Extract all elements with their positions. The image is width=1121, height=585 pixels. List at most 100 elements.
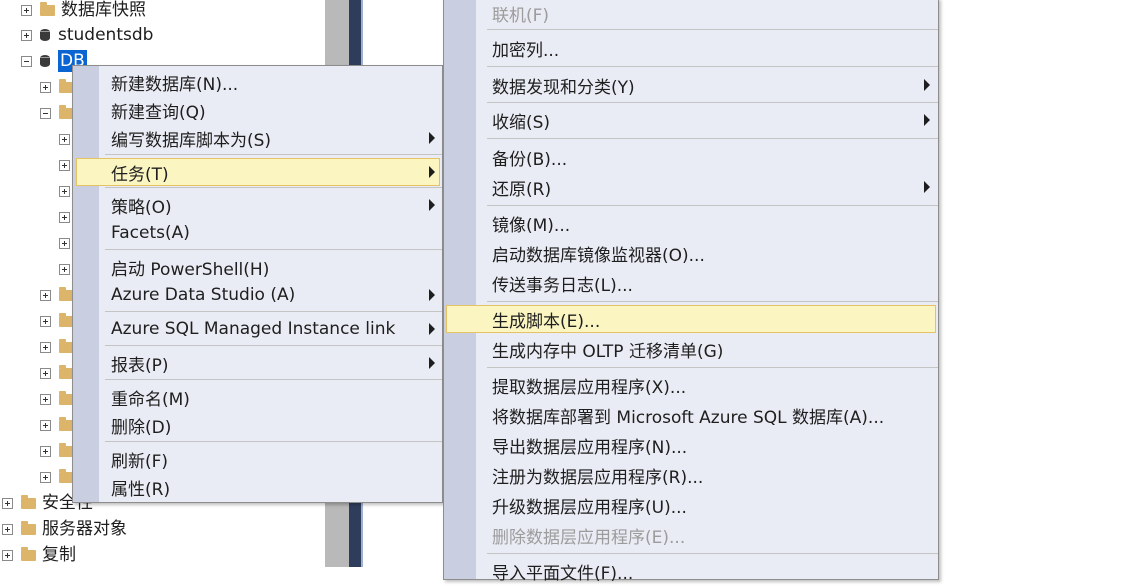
tree-node-server-objects[interactable]: 服务器对象 (2, 517, 127, 541)
expand-icon[interactable] (2, 523, 13, 535)
menu-item-label: 删除数据层应用程序(E)... (492, 527, 686, 548)
menu-item-data-discovery[interactable]: 数据发现和分类(Y) (446, 71, 936, 99)
tasks-submenu: 联机(F) 加密列... 数据发现和分类(Y) 收缩(S) 备份(B)... 还… (443, 0, 939, 584)
menu-item-label: 启动数据库镜像监视器(O)... (492, 245, 705, 266)
tree-node-label: studentsdb (58, 25, 154, 45)
menu-item-label: 备份(B)... (492, 149, 568, 170)
menu-item-label: Azure Data Studio (A) (111, 285, 296, 305)
menu-item-delete-data-tier-app: 删除数据层应用程序(E)... (446, 521, 936, 549)
menu-item-label: 升级数据层应用程序(U)... (492, 497, 687, 518)
menu-item-label: 生成脚本(E)... (492, 311, 601, 332)
expand-icon[interactable] (59, 211, 70, 223)
menu-item-label: 传送事务日志(L)... (492, 275, 633, 296)
expand-icon[interactable] (40, 289, 51, 301)
menu-item-register-data-tier-app[interactable]: 注册为数据层应用程序(R)... (446, 461, 936, 489)
menu-separator (487, 553, 938, 554)
menu-item-label: Azure SQL Managed Instance link (111, 319, 396, 339)
menu-item-label: 删除(D) (111, 417, 172, 438)
menu-item-label: 生成内存中 OLTP 迁移清单(G) (492, 341, 724, 362)
expand-icon[interactable] (59, 237, 70, 249)
menu-item-delete[interactable]: 删除(D) (76, 411, 440, 439)
submenu-arrow-icon (429, 132, 435, 144)
tree-node-replication[interactable]: 复制 (2, 543, 76, 567)
expand-icon[interactable] (40, 471, 51, 483)
menu-item-properties[interactable]: 属性(R) (76, 473, 440, 501)
menu-item-export-data-tier-app[interactable]: 导出数据层应用程序(N)... (446, 431, 936, 459)
menu-item-generate-scripts[interactable]: 生成脚本(E)... (446, 305, 936, 333)
expand-icon[interactable] (40, 341, 51, 353)
menu-item-label: 收缩(S) (492, 112, 551, 133)
menu-item-import-flat-file[interactable]: 导入平面文件(F)... (446, 557, 936, 585)
expand-icon[interactable] (59, 133, 70, 145)
menu-item-refresh[interactable]: 刷新(F) (76, 445, 440, 473)
menu-item-new-query[interactable]: 新建查询(Q) (76, 96, 440, 124)
tree-node-database-snapshots[interactable]: 数据库快照 (21, 0, 146, 22)
menu-item-new-database[interactable]: 新建数据库(N)... (76, 68, 440, 96)
menu-item-azure-sql-mi-link[interactable]: Azure SQL Managed Instance link (76, 315, 440, 343)
menu-item-online: 联机(F) (446, 0, 936, 27)
menu-item-label: 镜像(M)... (492, 215, 571, 236)
folder-icon (40, 1, 55, 16)
expand-icon[interactable] (40, 81, 51, 93)
expand-icon[interactable] (21, 4, 32, 16)
expand-icon[interactable] (59, 159, 70, 171)
menu-item-ship-transaction-logs[interactable]: 传送事务日志(L)... (446, 269, 936, 297)
collapse-icon[interactable] (21, 55, 32, 67)
expand-icon[interactable] (2, 497, 13, 509)
menu-item-policies[interactable]: 策略(O) (76, 191, 440, 219)
submenu-arrow-icon (924, 181, 930, 193)
tree-node-label: 复制 (42, 545, 76, 565)
expand-icon[interactable] (59, 263, 70, 275)
expand-icon[interactable] (2, 549, 13, 561)
expand-icon[interactable] (40, 315, 51, 327)
expand-icon[interactable] (40, 393, 51, 405)
menu-item-mirror[interactable]: 镜像(M)... (446, 209, 936, 237)
menu-item-deploy-to-azure-sql[interactable]: 将数据库部署到 Microsoft Azure SQL 数据库(A)... (446, 401, 936, 429)
menu-separator (105, 379, 442, 380)
folder-icon (21, 494, 36, 509)
menu-separator (487, 205, 938, 206)
menu-item-start-powershell[interactable]: 启动 PowerShell(H) (76, 253, 440, 281)
menu-item-label: 刷新(F) (111, 451, 169, 472)
menu-separator (487, 138, 938, 139)
menu-item-generate-inmemory-checklists[interactable]: 生成内存中 OLTP 迁移清单(G) (446, 335, 936, 363)
collapse-icon[interactable] (40, 107, 51, 119)
submenu-arrow-icon (924, 79, 930, 91)
expand-icon[interactable] (40, 367, 51, 379)
menu-item-tasks[interactable]: 任务(T) (76, 158, 440, 186)
menu-item-label: 新建数据库(N)... (111, 74, 239, 95)
menu-item-restore[interactable]: 还原(R) (446, 173, 936, 201)
expand-icon[interactable] (40, 445, 51, 457)
expand-icon[interactable] (21, 29, 32, 41)
menu-item-rename[interactable]: 重命名(M) (76, 383, 440, 411)
submenu-arrow-icon (429, 199, 435, 211)
menu-separator (487, 301, 938, 302)
menu-item-label: 启动 PowerShell(H) (111, 259, 270, 280)
menu-item-backup[interactable]: 备份(B)... (446, 143, 936, 171)
menu-separator (105, 187, 442, 188)
tree-node-label: 数据库快照 (61, 0, 146, 20)
menu-item-facets[interactable]: Facets(A) (76, 219, 440, 247)
submenu-arrow-icon (429, 323, 435, 335)
menu-item-upgrade-data-tier-app[interactable]: 升级数据层应用程序(U)... (446, 491, 936, 519)
menu-item-shrink[interactable]: 收缩(S) (446, 106, 936, 134)
menu-item-script-database-as[interactable]: 编写数据库脚本为(S) (76, 124, 440, 152)
menu-separator (105, 311, 442, 312)
menu-item-label: 数据发现和分类(Y) (492, 77, 635, 98)
menu-item-label: 策略(O) (111, 197, 172, 218)
expand-icon[interactable] (40, 419, 51, 431)
menu-separator (487, 66, 938, 67)
menu-item-launch-mirror-monitor[interactable]: 启动数据库镜像监视器(O)... (446, 239, 936, 267)
menu-separator (105, 345, 442, 346)
menu-item-label: 导出数据层应用程序(N)... (492, 437, 688, 458)
menu-item-reports[interactable]: 报表(P) (76, 349, 440, 377)
menu-item-azure-data-studio[interactable]: Azure Data Studio (A) (76, 281, 440, 309)
tree-node-studentsdb[interactable]: studentsdb (21, 23, 153, 47)
menu-item-label: 加密列... (492, 40, 560, 61)
menu-item-encrypt-columns[interactable]: 加密列... (446, 34, 936, 62)
database-icon (40, 29, 50, 41)
menu-separator (487, 29, 938, 30)
menu-separator (487, 367, 938, 368)
menu-item-extract-data-tier-app[interactable]: 提取数据层应用程序(X)... (446, 371, 936, 399)
expand-icon[interactable] (59, 185, 70, 197)
